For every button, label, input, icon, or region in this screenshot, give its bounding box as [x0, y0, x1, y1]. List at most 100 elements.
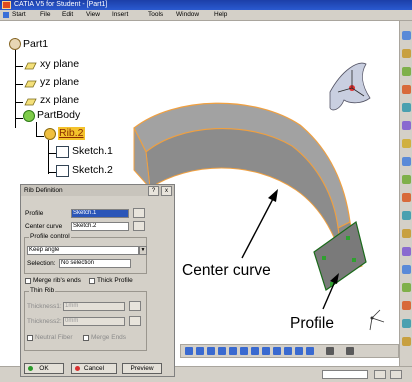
toolbar-groove-icon[interactable] — [402, 103, 411, 112]
tree-line — [48, 172, 56, 173]
apply-material-icon[interactable] — [346, 347, 354, 355]
toolbar-mirror-icon[interactable] — [402, 319, 411, 328]
thickness1-field[interactable]: 1mm — [63, 302, 125, 311]
rotate-icon[interactable] — [218, 347, 226, 355]
zoom-out-icon[interactable] — [240, 347, 248, 355]
toolbar-pad-icon[interactable] — [402, 49, 411, 58]
thin-rib-label: Thin Rib — [29, 287, 56, 294]
close-button[interactable]: x — [161, 186, 172, 196]
center-curve-sketch-button[interactable] — [133, 221, 145, 231]
center-curve-annotation: Center curve — [182, 262, 271, 279]
fly-mode-icon[interactable] — [185, 347, 193, 355]
plane-icon — [24, 62, 37, 70]
toolbar-draft-icon[interactable] — [402, 247, 411, 256]
neutral-fiber-checkbox[interactable] — [27, 335, 33, 341]
thickness2-spinner[interactable] — [129, 316, 141, 326]
fit-all-icon[interactable] — [196, 347, 204, 355]
profile-control-group: Profile control — [24, 233, 147, 274]
sketch-icon — [56, 146, 69, 158]
tree-node-sketch1[interactable]: Sketch.1 — [72, 145, 113, 157]
profile-label: Profile — [25, 210, 44, 217]
cancel-label: Cancel — [83, 365, 105, 372]
toolbar-slot-icon[interactable] — [402, 157, 411, 166]
measure-icon[interactable] — [326, 347, 334, 355]
plane-icon — [24, 98, 37, 106]
tree-line — [36, 122, 37, 136]
thick-profile-label: Thick Profile — [97, 277, 133, 284]
tree-node-partbody[interactable]: PartBody — [37, 109, 80, 121]
selection-field[interactable]: No selection — [59, 259, 131, 268]
tree-node-xy-plane[interactable]: xy plane — [40, 58, 79, 70]
status-button[interactable] — [374, 370, 386, 379]
profile-field[interactable]: Sketch.1 — [71, 209, 129, 218]
cancel-icon — [75, 366, 80, 371]
sketch-icon — [56, 165, 69, 177]
toolbar-measure-icon[interactable] — [402, 337, 411, 346]
dialog-title: Rib Definition — [24, 187, 63, 194]
normal-view-icon[interactable] — [251, 347, 259, 355]
view-toolbar — [180, 344, 399, 358]
status-button[interactable] — [390, 370, 402, 379]
merge-ends-label: Merge rib's ends — [33, 277, 81, 284]
center-curve-field[interactable]: Sketch.2 — [71, 222, 129, 231]
hide-show-icon[interactable] — [295, 347, 303, 355]
iso-view-icon[interactable] — [273, 347, 281, 355]
tree-node-yz-plane[interactable]: yz plane — [40, 76, 79, 88]
preview-button[interactable]: Preview — [122, 363, 162, 374]
tree-line — [36, 136, 44, 137]
center-curve-arrowhead — [268, 189, 278, 202]
right-toolbar — [399, 21, 412, 366]
swap-space-icon[interactable] — [306, 347, 314, 355]
ok-button[interactable]: OK — [24, 363, 64, 374]
part-icon — [9, 38, 21, 50]
toolbar-fillet-icon[interactable] — [402, 211, 411, 220]
center-curve-label: Center curve — [25, 223, 63, 230]
merge-ends-thin-checkbox[interactable] — [83, 335, 89, 341]
center-curve-arrow — [241, 194, 276, 259]
toolbar-shaft-icon[interactable] — [402, 85, 411, 94]
tree-line — [15, 84, 23, 85]
tree-line — [15, 38, 16, 128]
axis-triad-icon — [369, 309, 385, 331]
ok-label: OK — [39, 365, 49, 372]
cancel-button[interactable]: Cancel — [71, 363, 117, 374]
toolbar-pattern-icon[interactable] — [402, 301, 411, 310]
multi-view-icon[interactable] — [262, 347, 270, 355]
tree-node-part[interactable]: Part1 — [23, 38, 48, 50]
toolbar-pocket-icon[interactable] — [402, 67, 411, 76]
toolbar-loft-icon[interactable] — [402, 193, 411, 202]
thickness2-field[interactable]: 0mm — [63, 317, 125, 326]
command-input[interactable] — [322, 370, 368, 379]
tree-node-rib[interactable]: Rib.2 — [58, 127, 85, 140]
tree-node-zx-plane[interactable]: zx plane — [40, 94, 79, 106]
tree-line — [15, 102, 23, 103]
thickness2-label: Thickness2: — [27, 318, 62, 325]
toolbar-stiffener-icon[interactable] — [402, 175, 411, 184]
partbody-gear-icon — [23, 110, 35, 122]
help-button[interactable]: ? — [148, 186, 159, 196]
thick-profile-checkbox[interactable] — [89, 278, 95, 284]
zoom-in-icon[interactable] — [229, 347, 237, 355]
toolbar-sketcher-icon[interactable] — [402, 31, 411, 40]
profile-annotation: Profile — [290, 315, 334, 332]
toolbar-hole-icon[interactable] — [402, 121, 411, 130]
chevron-down-icon[interactable]: ▼ — [139, 246, 147, 255]
toolbar-shell-icon[interactable] — [402, 265, 411, 274]
tree-node-sketch2[interactable]: Sketch.2 — [72, 164, 113, 176]
merge-ends-checkbox[interactable] — [25, 278, 31, 284]
profile-control-select[interactable]: Keep angle — [27, 246, 139, 255]
profile-sketch-button[interactable] — [133, 208, 145, 218]
toolbar-chamfer-icon[interactable] — [402, 229, 411, 238]
tree-line — [48, 140, 49, 174]
toolbar-rib-icon[interactable] — [402, 139, 411, 148]
rib-definition-dialog: Rib Definition ? x Profile Sketch.1 Cent… — [20, 184, 175, 377]
ok-icon — [28, 366, 33, 371]
shading-icon[interactable] — [284, 347, 292, 355]
compass-icon[interactable] — [329, 62, 371, 111]
thickness1-spinner[interactable] — [129, 301, 141, 311]
dialog-title-bar: Rib Definition ? x — [21, 185, 174, 196]
rib-feature-icon — [44, 128, 56, 140]
pan-icon[interactable] — [207, 347, 215, 355]
toolbar-thickness-icon[interactable] — [402, 283, 411, 292]
tree-line — [15, 118, 23, 119]
